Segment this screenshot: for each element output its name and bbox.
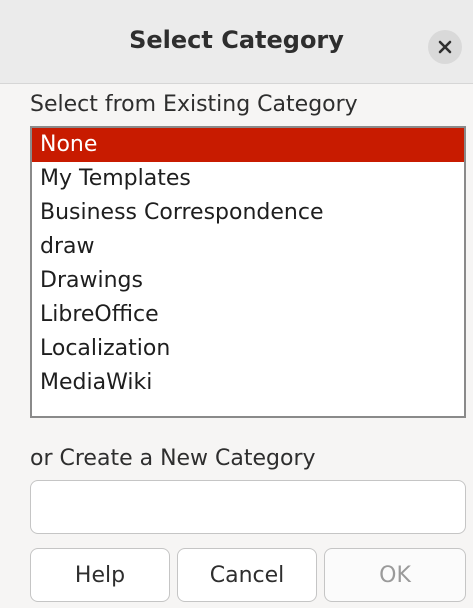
close-button[interactable] (428, 30, 462, 64)
list-item[interactable]: Drawings (32, 264, 464, 298)
cancel-button[interactable]: Cancel (177, 548, 317, 602)
list-item[interactable]: Business Correspondence (32, 196, 464, 230)
list-item[interactable]: LibreOffice (32, 298, 464, 332)
list-item[interactable]: draw (32, 230, 464, 264)
new-category-input[interactable] (30, 480, 466, 534)
help-button[interactable]: Help (30, 548, 170, 602)
new-category-label: or Create a New Category (30, 446, 316, 471)
category-listbox[interactable]: None My Templates Business Correspondenc… (30, 126, 466, 418)
existing-category-label: Select from Existing Category (30, 92, 358, 117)
list-item[interactable]: My Templates (32, 162, 464, 196)
list-item[interactable]: MediaWiki (32, 366, 464, 400)
select-category-dialog: Select Category Select from Existing Cat… (0, 0, 473, 608)
close-icon (438, 40, 452, 54)
dialog-title: Select Category (129, 26, 344, 54)
list-item[interactable]: Localization (32, 332, 464, 366)
ok-button[interactable]: OK (324, 548, 466, 602)
list-item[interactable]: None (32, 128, 464, 162)
dialog-titlebar: Select Category (0, 0, 473, 84)
